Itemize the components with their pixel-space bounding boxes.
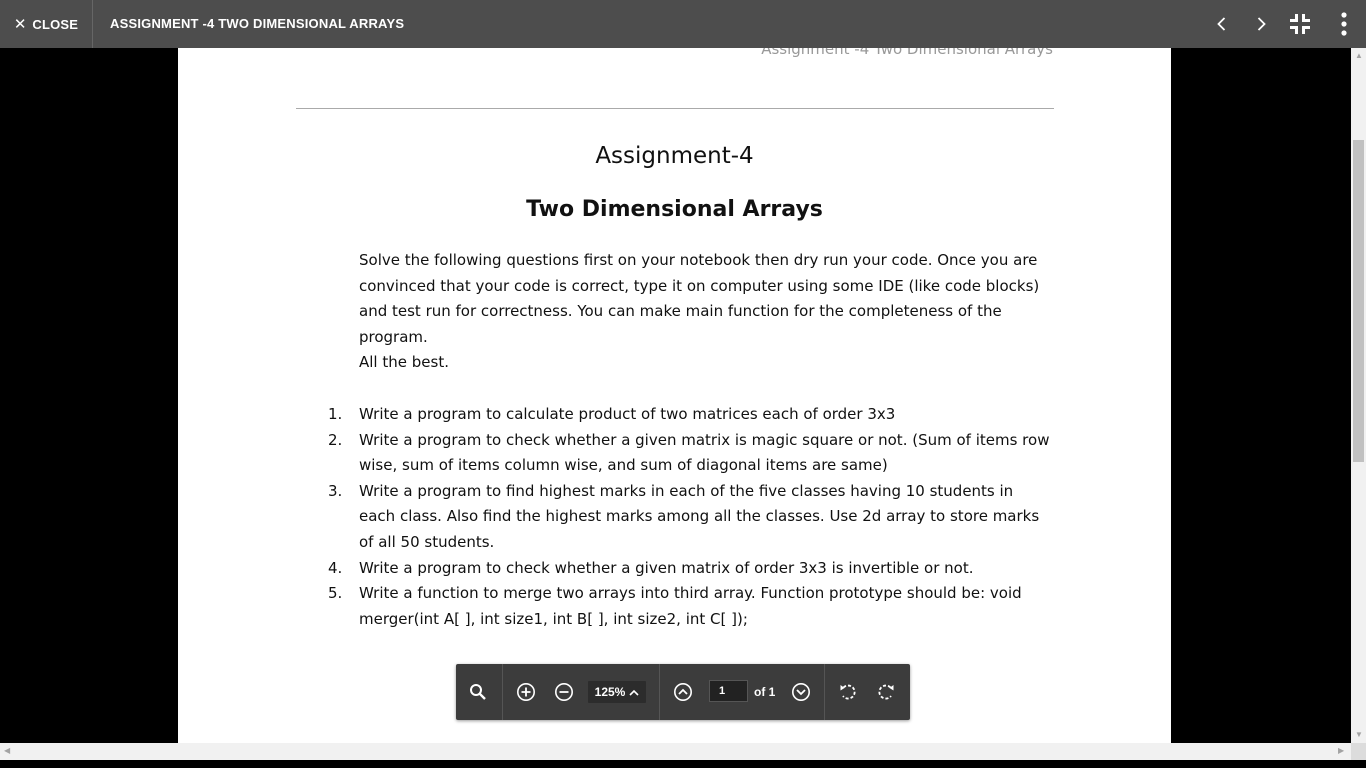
chevron-right-icon[interactable] bbox=[1245, 8, 1277, 40]
scroll-left-arrow-icon[interactable]: ◀ bbox=[4, 747, 10, 755]
toolbar-divider bbox=[502, 664, 503, 720]
list-item: 3. Write a program to find highest marks… bbox=[328, 479, 1052, 556]
page-heading: Assignment-4 bbox=[595, 143, 754, 169]
chevron-up-icon bbox=[629, 689, 639, 696]
close-button-label: CLOSE bbox=[32, 16, 79, 32]
viewer-header: ✕ CLOSE ASSIGNMENT -4 TWO DIMENSIONAL AR… bbox=[0, 0, 1366, 48]
question-text: Write a function to merge two arrays int… bbox=[359, 584, 1022, 628]
list-item: 5. Write a function to merge two arrays … bbox=[328, 581, 1052, 632]
document-viewport[interactable]: Assignment -4 Two Dimensional Arrays Ass… bbox=[0, 48, 1351, 743]
question-number: 5. bbox=[328, 584, 343, 603]
toolbar-divider bbox=[659, 664, 660, 720]
vertical-scrollbar[interactable]: ▲ ▼ bbox=[1351, 48, 1366, 743]
question-number: 1. bbox=[328, 405, 343, 423]
bottom-edge bbox=[0, 760, 1366, 768]
toolbar-divider bbox=[824, 664, 825, 720]
intro-text: Solve the following questions first on y… bbox=[359, 248, 1049, 376]
search-icon[interactable] bbox=[466, 680, 490, 704]
zoom-in-icon[interactable] bbox=[514, 680, 538, 704]
header-rule bbox=[296, 108, 1054, 109]
rotate-left-icon[interactable] bbox=[836, 680, 860, 704]
page-down-icon[interactable] bbox=[789, 680, 813, 704]
page-subheading: Two Dimensional Arrays bbox=[526, 197, 823, 222]
zoom-out-icon[interactable] bbox=[552, 680, 576, 704]
exit-fullscreen-icon[interactable] bbox=[1284, 8, 1316, 40]
list-item: 1. Write a program to calculate product … bbox=[328, 402, 1052, 428]
intro-closing: All the best. bbox=[359, 353, 449, 372]
scrollbar-corner bbox=[1351, 743, 1366, 760]
rotate-right-icon[interactable] bbox=[874, 680, 898, 704]
page-total-label: of 1 bbox=[754, 685, 776, 699]
viewer-toolbar: 125% of 1 bbox=[456, 664, 910, 720]
close-icon: ✕ bbox=[13, 15, 27, 33]
question-text: Write a program to check whether a given… bbox=[359, 430, 1050, 475]
chevron-left-icon[interactable] bbox=[1206, 8, 1238, 40]
question-number: 4. bbox=[328, 558, 343, 577]
zoom-level-dropdown[interactable]: 125% bbox=[588, 681, 646, 703]
list-item: 2. Write a program to check whether a gi… bbox=[328, 428, 1052, 479]
close-button[interactable]: ✕ CLOSE bbox=[0, 0, 93, 48]
question-text: Write a program to check whether a given… bbox=[359, 558, 974, 577]
list-item: 4. Write a program to check whether a gi… bbox=[328, 556, 1052, 582]
horizontal-scrollbar[interactable]: ◀ ▶ bbox=[0, 743, 1351, 760]
question-number: 2. bbox=[328, 430, 343, 449]
intro-paragraph: Solve the following questions first on y… bbox=[359, 251, 1040, 346]
scroll-right-arrow-icon[interactable]: ▶ bbox=[1338, 747, 1344, 755]
question-list: 1. Write a program to calculate product … bbox=[328, 402, 1052, 632]
page-number-input[interactable] bbox=[709, 680, 748, 702]
scroll-up-arrow-icon[interactable]: ▲ bbox=[1355, 52, 1363, 60]
page-up-icon[interactable] bbox=[671, 680, 695, 704]
scroll-down-arrow-icon[interactable]: ▼ bbox=[1355, 731, 1363, 739]
question-text: Write a program to find highest marks in… bbox=[359, 481, 1040, 551]
zoom-level-value: 125% bbox=[594, 685, 626, 699]
question-number: 3. bbox=[328, 481, 343, 500]
document-title: ASSIGNMENT -4 TWO DIMENSIONAL ARRAYS bbox=[110, 16, 405, 31]
more-vert-icon[interactable] bbox=[1328, 8, 1360, 40]
document-page: Assignment -4 Two Dimensional Arrays Ass… bbox=[178, 48, 1171, 743]
vertical-scroll-thumb[interactable] bbox=[1353, 140, 1364, 462]
question-text: Write a program to calculate product of … bbox=[359, 405, 896, 423]
running-header: Assignment -4 Two Dimensional Arrays bbox=[761, 48, 1053, 58]
